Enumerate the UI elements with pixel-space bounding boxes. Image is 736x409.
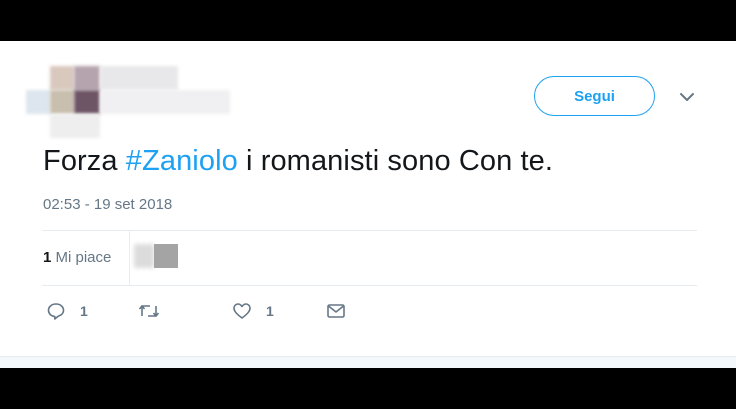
heart-icon (233, 303, 251, 319)
blurred-avatar-part (100, 66, 178, 90)
blurred-avatar-part (74, 66, 100, 90)
reply-icon (47, 303, 65, 320)
blurred-avatar-part (26, 90, 50, 114)
envelope-icon (327, 304, 345, 318)
likes-stat[interactable]: 1 Mi piace (43, 249, 111, 266)
blurred-avatar-part (74, 90, 100, 114)
chevron-down-icon[interactable] (677, 87, 697, 107)
like-count: 1 (266, 303, 274, 319)
blurred-avatar-part (50, 114, 100, 138)
liker-avatar-blur (134, 244, 154, 268)
liker-avatar[interactable] (134, 241, 180, 271)
follow-button[interactable]: Segui (534, 76, 655, 116)
blurred-avatar[interactable] (50, 66, 74, 90)
tweet-text-before: Forza (43, 145, 126, 177)
dm-button[interactable] (326, 301, 360, 321)
hashtag-link[interactable]: #Zaniolo (126, 145, 238, 177)
divider-top (42, 230, 697, 231)
tweet-card: Segui Forza #Zaniolo i romanisti sono Co… (0, 41, 736, 367)
liker-avatar-image (154, 244, 178, 268)
tweet-text: Forza #Zaniolo i romanisti sono Con te. (43, 145, 553, 178)
blurred-name[interactable] (100, 90, 230, 114)
author-blurred-block[interactable] (26, 66, 236, 141)
retweet-button[interactable] (138, 301, 174, 321)
blurred-avatar-part (50, 90, 74, 114)
reply-count: 1 (80, 303, 88, 319)
card-footer-strip (0, 356, 736, 368)
divider-bottom (42, 285, 697, 286)
reply-button[interactable]: 1 (46, 301, 88, 321)
tweet-text-after: i romanisti sono Con te. (237, 145, 554, 177)
tweet-timestamp[interactable]: 02:53 - 19 set 2018 (43, 196, 172, 213)
retweet-icon (138, 305, 160, 317)
likes-label: Mi piace (55, 249, 112, 266)
likes-count: 1 (43, 249, 52, 266)
stats-separator (129, 231, 130, 285)
like-button[interactable]: 1 (232, 301, 274, 321)
